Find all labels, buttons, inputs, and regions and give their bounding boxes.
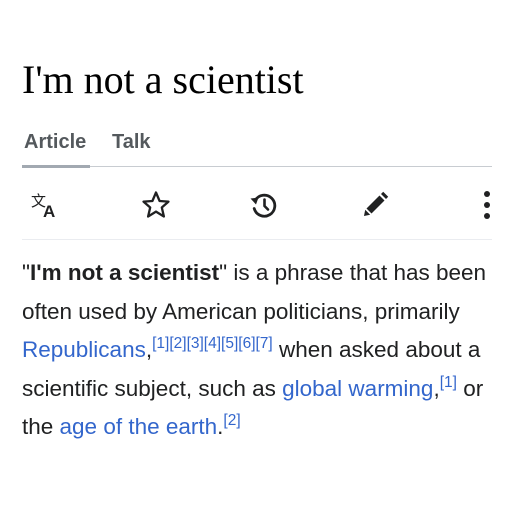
language-button[interactable]: 文 A — [28, 188, 62, 222]
reference-link[interactable]: [1] — [440, 374, 457, 391]
svg-text:A: A — [43, 202, 55, 221]
history-icon — [250, 193, 277, 218]
star-icon — [142, 191, 170, 218]
reference-link[interactable]: [2] — [223, 412, 240, 429]
reference-link[interactable]: [1] — [152, 335, 169, 352]
page-tabs: Article Talk — [22, 128, 492, 168]
edit-button[interactable] — [358, 188, 392, 222]
more-options-button[interactable] — [470, 188, 504, 222]
reference-group: [1][2][3][4][5][6][7] — [152, 335, 273, 352]
article-subject-bold: I'm not a scientist — [30, 260, 220, 285]
reference-link[interactable]: [4] — [204, 335, 221, 352]
reference-link[interactable]: [7] — [256, 335, 273, 352]
reference-group: [1] — [440, 374, 457, 391]
quote-mark: " — [22, 260, 30, 285]
toolbar-divider — [22, 239, 492, 240]
article-lead-paragraph: "I'm not a scientist" is a phrase that h… — [22, 254, 502, 447]
global-warming-link[interactable]: global warming — [282, 376, 433, 401]
more-vertical-icon — [484, 191, 490, 219]
tab-talk[interactable]: Talk — [112, 128, 151, 156]
page-actions-toolbar: 文 A — [22, 168, 492, 240]
reference-group: [2] — [223, 412, 240, 429]
reference-link[interactable]: [6] — [238, 335, 255, 352]
page-title: I'm not a scientist — [22, 57, 304, 102]
republicans-link[interactable]: Republicans — [22, 337, 146, 362]
history-button[interactable] — [247, 188, 281, 222]
watch-star-button[interactable] — [139, 188, 173, 222]
edit-pencil-icon — [364, 191, 389, 216]
reference-link[interactable]: [2] — [169, 335, 186, 352]
reference-link[interactable]: [3] — [187, 335, 204, 352]
language-icon: 文 A — [31, 192, 55, 221]
age-of-the-earth-link[interactable]: age of the earth — [60, 414, 218, 439]
tab-article[interactable]: Article — [24, 128, 86, 156]
tabs-divider — [22, 166, 492, 167]
reference-link[interactable]: [5] — [221, 335, 238, 352]
